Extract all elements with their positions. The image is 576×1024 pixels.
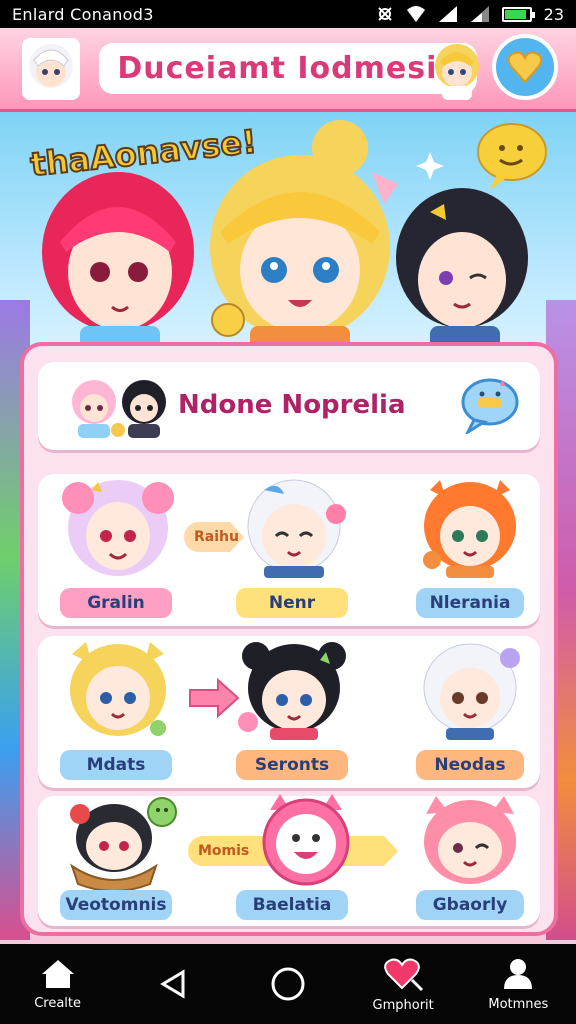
nav-item-home[interactable] xyxy=(238,944,338,1024)
character-avatar-pink-fox[interactable] xyxy=(410,792,530,892)
character-panel: Ndone Noprelia Gralin Raihu Nenr Nlerani… xyxy=(20,342,558,936)
character-row-2: Mdats Seronts Neodas xyxy=(38,636,540,788)
person-icon xyxy=(504,958,533,989)
hero-banner: thaAonavse! xyxy=(0,112,576,352)
chat-bubble-icon[interactable] xyxy=(460,376,520,434)
character-label[interactable]: Neodas xyxy=(416,750,524,780)
nfc-icon xyxy=(377,7,392,21)
battery-level: 23 xyxy=(543,4,564,24)
app-header: Duceiamt Iodmesia xyxy=(0,28,576,112)
character-label[interactable]: Mdats xyxy=(60,750,172,780)
character-label[interactable]: Baelatia xyxy=(236,890,348,920)
character-avatar-silver[interactable] xyxy=(410,640,530,740)
smile-bubble-icon xyxy=(477,123,547,190)
arrow-right-icon xyxy=(189,678,240,718)
character-avatar-pink-robot[interactable] xyxy=(246,792,366,892)
search-card[interactable]: Ndone Noprelia xyxy=(38,362,540,450)
character-label[interactable]: Nenr xyxy=(236,588,348,618)
character-avatar-white[interactable] xyxy=(234,478,354,578)
battery-icon xyxy=(501,6,535,22)
character-avatar-basket[interactable] xyxy=(58,794,178,894)
favorite-button[interactable] xyxy=(492,34,558,100)
status-icons: 23 xyxy=(376,5,564,24)
nav-item-create[interactable]: Crealte xyxy=(8,944,108,1024)
back-triangle-icon xyxy=(159,969,185,999)
battery-fill xyxy=(504,9,527,19)
heart-icon xyxy=(507,51,543,84)
character-label[interactable]: Nlerania xyxy=(416,588,524,618)
nav-label: Gmphorit xyxy=(372,997,434,1013)
character-label[interactable]: Seronts xyxy=(236,750,348,780)
character-label[interactable]: Veotomnis xyxy=(60,890,172,920)
status-bar: Enlard Conanod3 23 xyxy=(0,0,576,28)
avatar-white-hair-icon[interactable] xyxy=(20,36,82,102)
character-row-3: Veotomnis Momis Baelatia Gbaorly xyxy=(38,794,540,926)
status-carrier-text: Enlard Conanod3 xyxy=(12,4,154,24)
nav-label: Crealte xyxy=(34,995,81,1011)
duo-avatar-icon xyxy=(72,380,166,438)
character-avatar-black[interactable] xyxy=(234,640,354,740)
home-icon xyxy=(41,959,74,988)
character-label[interactable]: Gralin xyxy=(60,588,172,618)
wifi-icon xyxy=(406,6,425,22)
search-card-title: Ndone Noprelia xyxy=(178,390,406,420)
nav-item-back[interactable] xyxy=(123,944,223,1024)
bottom-nav: Crealte Gmphorit Motmnes xyxy=(0,944,576,1024)
character-row-1: Gralin Raihu Nenr Nlerania xyxy=(38,474,540,626)
avatar-blonde-icon[interactable] xyxy=(426,36,488,102)
nav-label: Motmnes xyxy=(488,996,549,1012)
signal-icon-2 xyxy=(470,6,489,22)
character-avatar-blonde-cat[interactable] xyxy=(58,640,178,740)
character-avatar-orange[interactable] xyxy=(410,478,530,578)
character-avatar-lilac[interactable] xyxy=(58,478,178,578)
character-label[interactable]: Gbaorly xyxy=(416,890,524,920)
nav-item-favorites[interactable]: Gmphorit xyxy=(353,944,453,1024)
app-title: Duceiamt Iodmesia xyxy=(99,43,477,94)
hero-character-pink xyxy=(42,172,194,352)
circle-home-icon xyxy=(271,967,305,1001)
signal-icon xyxy=(438,6,457,22)
hero-character-dark xyxy=(396,188,528,352)
heart-search-icon xyxy=(384,958,424,991)
nav-item-profile[interactable]: Motmnes xyxy=(468,944,568,1024)
